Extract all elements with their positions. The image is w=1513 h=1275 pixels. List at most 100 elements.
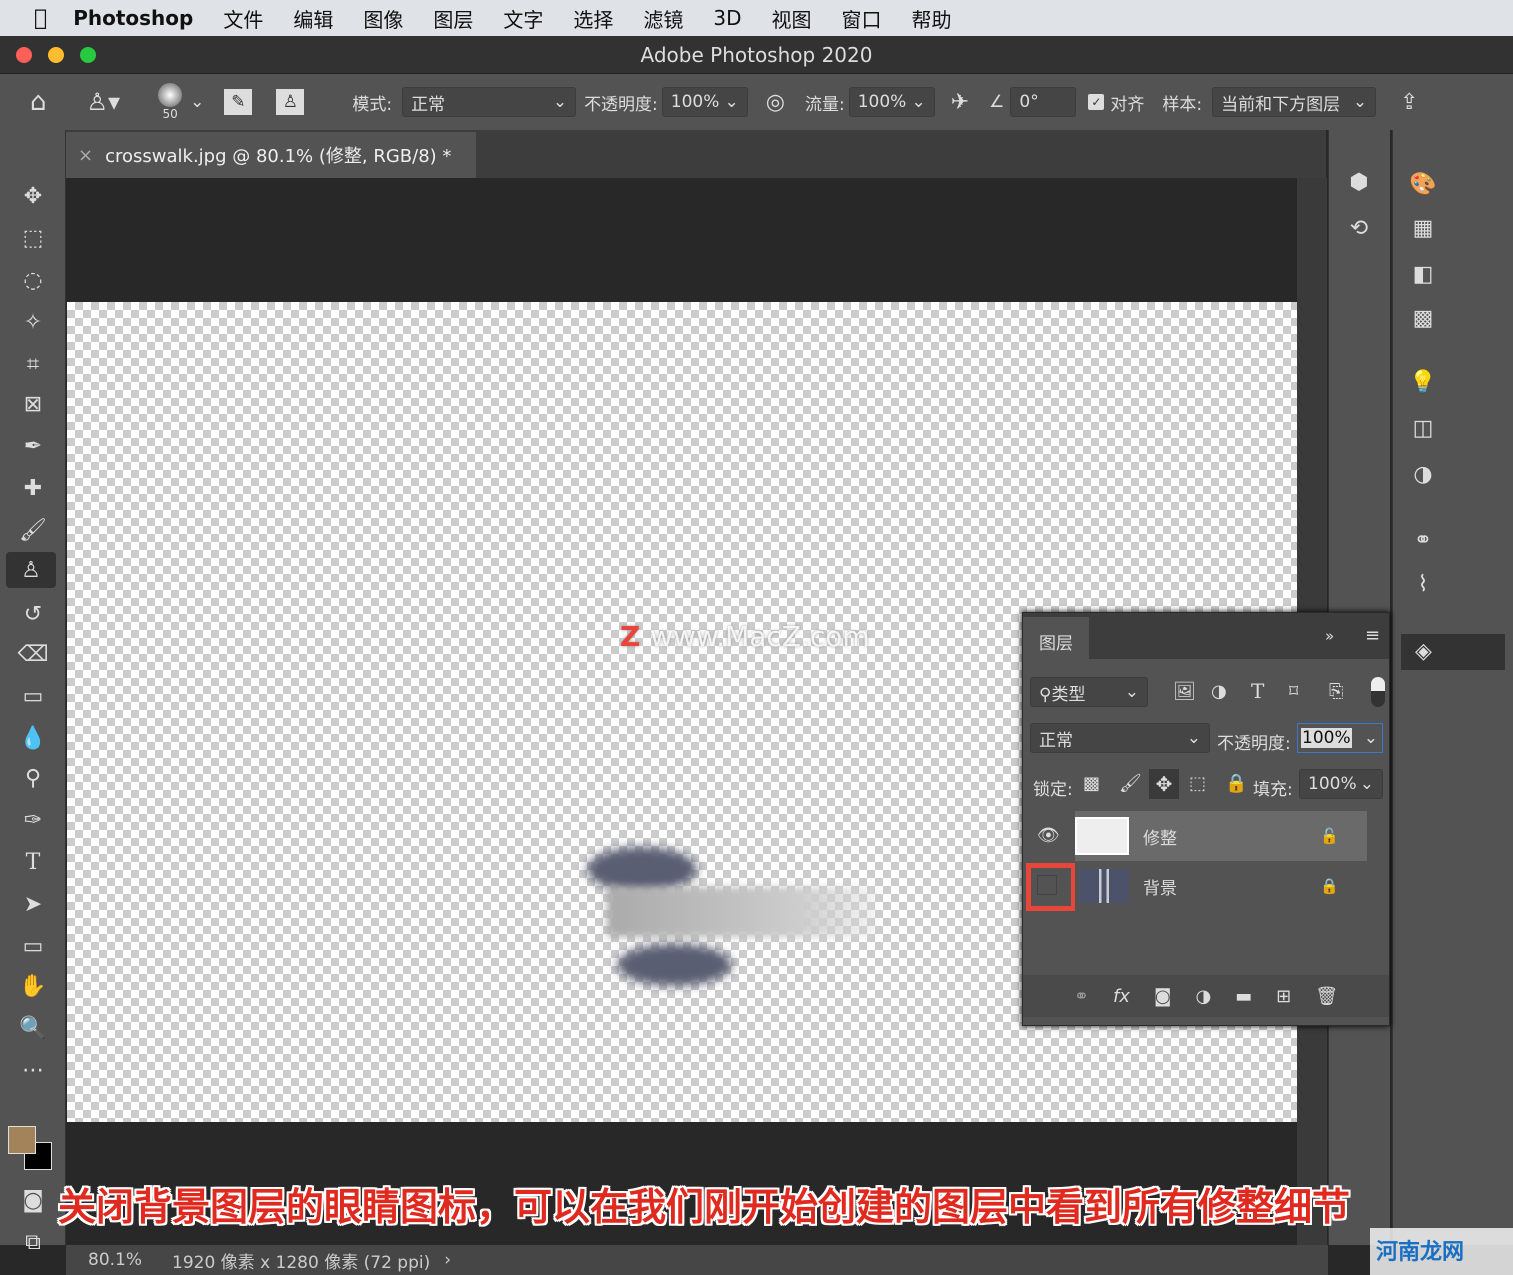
adjustments-panel-icon[interactable]: ◑	[1403, 462, 1443, 487]
clone-source-icon[interactable]: ♙	[276, 89, 305, 115]
history-panel-icon[interactable]: ⟲	[1339, 216, 1379, 241]
filter-type-icon[interactable]: T	[1251, 679, 1264, 703]
layers-tab[interactable]: 图层	[1023, 617, 1089, 661]
layer-style-fx-icon[interactable]: fx	[1113, 986, 1130, 1007]
pressure-opacity-icon[interactable]: ◎	[766, 90, 785, 115]
lasso-tool[interactable]: ◌	[12, 262, 54, 298]
brush-tool[interactable]: 🖌	[12, 512, 54, 548]
screen-mode-icon[interactable]: ⧉	[12, 1224, 54, 1260]
eyedropper-tool[interactable]: ✒	[12, 428, 54, 464]
new-layer-icon[interactable]: ⊞	[1276, 986, 1291, 1007]
minimize-window-button[interactable]	[48, 47, 64, 63]
blur-tool[interactable]: 💧	[12, 720, 54, 756]
rectangle-tool[interactable]: ▭	[12, 928, 54, 964]
filter-pixel-icon[interactable]: 🖼	[1173, 681, 1196, 702]
filter-shape-icon[interactable]: ⌑	[1289, 681, 1298, 702]
menu-filter[interactable]: 滤镜	[643, 4, 683, 33]
libraries-panel-icon[interactable]: ◫	[1403, 416, 1443, 441]
zoom-level[interactable]: 80.1%	[88, 1250, 142, 1270]
link-layers-icon[interactable]: ⚭	[1074, 986, 1089, 1007]
airbrush-icon[interactable]: ✈	[951, 90, 969, 115]
layer-filter-select[interactable]: ⚲类型 ⌄	[1030, 677, 1148, 707]
layers-panel-button[interactable]: ◈	[1401, 634, 1505, 670]
opacity-input[interactable]: 100% ⌄	[661, 87, 748, 117]
lock-artboard-icon[interactable]: ⬚	[1189, 773, 1206, 794]
blend-mode-select[interactable]: 正常 ⌄	[1030, 723, 1210, 753]
filter-smart-object-icon[interactable]: ⎘	[1329, 681, 1343, 702]
new-group-icon[interactable]: ▬	[1235, 986, 1252, 1007]
lock-transparent-icon[interactable]: ▩	[1083, 773, 1100, 794]
move-tool[interactable]: ✥	[12, 178, 54, 214]
sample-select[interactable]: 当前和下方图层 ⌄	[1212, 87, 1377, 117]
close-window-button[interactable]	[16, 47, 32, 63]
menu-image[interactable]: 图像	[363, 4, 403, 33]
swatches-panel-icon[interactable]: ▦	[1403, 216, 1443, 241]
menu-layer[interactable]: 图层	[433, 4, 473, 33]
add-mask-icon[interactable]: ◙	[1154, 986, 1171, 1007]
quick-mask-icon[interactable]: ◙	[12, 1182, 54, 1218]
chevron-right-icon[interactable]: ›	[444, 1250, 451, 1270]
menu-photoshop[interactable]: Photoshop	[73, 6, 193, 30]
lock-position-icon[interactable]: ✥	[1149, 769, 1179, 799]
collapse-panel-icon[interactable]: »	[1325, 627, 1334, 645]
path-selection-tool[interactable]: ➤	[12, 886, 54, 922]
brush-settings-icon[interactable]: ✎	[224, 89, 253, 115]
chevron-down-icon[interactable]: ⌄	[190, 92, 204, 112]
channels-panel-icon[interactable]: ⚭	[1403, 528, 1443, 553]
layer-row[interactable]: 背景 🔒	[1023, 861, 1367, 911]
3d-panel-icon[interactable]: ⬢	[1339, 170, 1379, 195]
menu-3d[interactable]: 3D	[713, 6, 741, 30]
patterns-panel-icon[interactable]: ▩	[1403, 306, 1443, 331]
healing-brush-tool[interactable]: ✚	[12, 470, 54, 506]
menu-help[interactable]: 帮助	[911, 4, 951, 33]
apple-icon[interactable]: 	[34, 6, 47, 31]
clone-stamp-preset-icon[interactable]: ♙▾	[87, 88, 121, 116]
menu-file[interactable]: 文件	[223, 4, 263, 33]
gradients-panel-icon[interactable]: ◧	[1403, 262, 1443, 287]
dodge-tool[interactable]: ⚲	[12, 760, 54, 796]
menu-select[interactable]: 选择	[573, 4, 613, 33]
frame-tool[interactable]: ⊠	[12, 386, 54, 422]
panel-menu-icon[interactable]: ≡	[1365, 625, 1380, 646]
paths-panel-icon[interactable]: ⌇	[1403, 572, 1443, 597]
home-icon[interactable]: ⌂	[30, 87, 47, 117]
fill-input[interactable]: 100% ⌄	[1299, 769, 1383, 799]
marquee-tool[interactable]: ⬚	[12, 220, 54, 256]
layer-opacity-input[interactable]: 100% ⌄	[1297, 723, 1383, 753]
filter-toggle[interactable]	[1371, 677, 1385, 707]
clone-stamp-tool[interactable]: ♙	[6, 552, 56, 588]
lock-image-icon[interactable]: 🖌	[1119, 773, 1142, 794]
gradient-tool[interactable]: ▭	[12, 678, 54, 714]
document-tab[interactable]: × crosswalk.jpg @ 80.1% (修整, RGB/8) *	[66, 132, 476, 178]
lock-all-icon[interactable]: 🔒	[1225, 773, 1247, 794]
eraser-tool[interactable]: ⌫	[12, 636, 54, 672]
menu-window[interactable]: 窗口	[841, 4, 881, 33]
angle-input[interactable]: 0°	[1010, 87, 1077, 117]
crop-tool[interactable]: ⌗	[12, 346, 54, 382]
zoom-tool[interactable]: 🔍	[12, 1010, 54, 1046]
filter-adjustment-icon[interactable]: ◑	[1211, 681, 1227, 702]
mode-select[interactable]: 正常 ⌄	[402, 87, 577, 117]
menu-view[interactable]: 视图	[771, 4, 811, 33]
close-tab-icon[interactable]: ×	[78, 145, 93, 166]
menu-type[interactable]: 文字	[503, 4, 543, 33]
pen-tool[interactable]: ✑	[12, 802, 54, 838]
quick-selection-tool[interactable]: ✧	[12, 304, 54, 340]
align-checkbox[interactable]: ✓	[1088, 94, 1105, 110]
zoom-window-button[interactable]	[80, 47, 96, 63]
eye-icon[interactable]: 👁	[1037, 825, 1060, 846]
menu-edit[interactable]: 编辑	[293, 4, 333, 33]
layer-row[interactable]: 👁 修整 🔓	[1023, 811, 1367, 861]
history-brush-tool[interactable]: ↺	[12, 596, 54, 632]
flow-input[interactable]: 100% ⌄	[848, 87, 935, 117]
type-tool[interactable]: T	[12, 844, 54, 880]
delete-layer-icon[interactable]: 🗑	[1315, 986, 1338, 1007]
share-icon[interactable]: ⇪	[1400, 90, 1418, 115]
hand-tool[interactable]: ✋	[12, 968, 54, 1004]
foreground-color-swatch[interactable]	[8, 1126, 36, 1154]
more-tools-icon[interactable]: ⋯	[12, 1052, 54, 1088]
color-panel-icon[interactable]: 🎨	[1403, 172, 1443, 197]
brush-preset-picker[interactable]: 50	[158, 83, 183, 121]
adjustment-layer-icon[interactable]: ◑	[1195, 986, 1211, 1007]
learn-panel-icon[interactable]: 💡	[1403, 370, 1443, 395]
